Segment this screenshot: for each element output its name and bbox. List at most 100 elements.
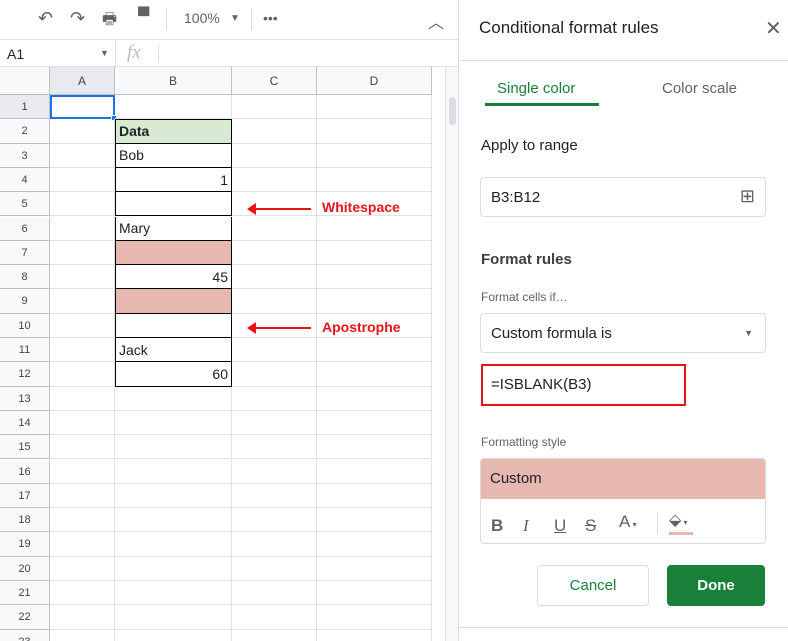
cell-a15[interactable] [50, 435, 115, 460]
cell-d7[interactable] [317, 240, 432, 266]
row-header-22[interactable]: 22 [0, 605, 50, 630]
row-header-20[interactable]: 20 [0, 556, 50, 581]
cell-c3[interactable] [232, 143, 317, 168]
cell-c10[interactable] [232, 313, 317, 338]
cell-b12[interactable]: 60 [115, 362, 232, 387]
row-header-7[interactable]: 7 [0, 240, 50, 266]
cell-c13[interactable] [232, 386, 317, 411]
cell-b16[interactable] [115, 459, 232, 484]
row-header-21[interactable]: 21 [0, 581, 50, 606]
cell-c15[interactable] [232, 435, 317, 460]
formula-input[interactable]: =ISBLANK(B3) [481, 364, 686, 406]
cell-c7[interactable] [232, 240, 317, 266]
cell-a8[interactable] [50, 265, 115, 290]
cell-c9[interactable] [232, 289, 317, 314]
cell-b18[interactable] [115, 508, 232, 533]
cell-a12[interactable] [50, 362, 115, 387]
cell-b21[interactable] [115, 581, 232, 606]
cell-b10[interactable] [115, 313, 232, 338]
cell-b17[interactable] [115, 483, 232, 509]
cell-a23[interactable] [50, 629, 115, 641]
done-button[interactable]: Done [667, 565, 765, 606]
row-header-2[interactable]: 2 [0, 119, 50, 144]
cell-a18[interactable] [50, 508, 115, 533]
row-header-13[interactable]: 13 [0, 386, 50, 411]
cell-b19[interactable] [115, 532, 232, 557]
name-box[interactable]: A1 [7, 46, 24, 62]
undo-icon[interactable]: ↶ [38, 8, 53, 29]
cell-c6[interactable] [232, 216, 317, 241]
cell-d8[interactable] [317, 265, 432, 290]
paint-format-icon[interactable]: ▀ [138, 8, 149, 26]
cell-a1[interactable] [50, 95, 117, 122]
cell-b1[interactable] [115, 95, 232, 120]
cell-b5[interactable] [115, 192, 232, 217]
style-preview[interactable]: Custom [481, 459, 765, 499]
cell-d13[interactable] [317, 386, 432, 411]
fill-color-icon[interactable]: ⬙ ▾ [669, 510, 688, 530]
cell-c16[interactable] [232, 459, 317, 484]
cell-a10[interactable] [50, 313, 115, 338]
cell-a22[interactable] [50, 605, 115, 630]
cell-d12[interactable] [317, 362, 432, 387]
row-header-3[interactable]: 3 [0, 143, 50, 168]
column-header-a[interactable]: A [50, 67, 115, 95]
grid-select-icon[interactable]: ⊞ [740, 186, 755, 207]
cell-a4[interactable] [50, 167, 115, 193]
cell-a3[interactable] [50, 143, 115, 168]
print-icon[interactable]: 🖶 [102, 8, 117, 35]
cell-a7[interactable] [50, 240, 115, 266]
cell-c20[interactable] [232, 556, 317, 581]
name-box-dropdown-icon[interactable]: ▼ [100, 48, 109, 58]
row-header-16[interactable]: 16 [0, 459, 50, 484]
spreadsheet-grid[interactable]: A B C D 1 2 Data 3 Bob 4 1 5 6 Mary 7 8 45 9 10 11 Jack 12 60 1… [0, 67, 445, 641]
vertical-scrollbar[interactable] [445, 67, 458, 641]
cell-a2[interactable] [50, 119, 115, 144]
row-header-17[interactable]: 17 [0, 483, 50, 509]
cell-b6[interactable]: Mary [115, 216, 232, 241]
cell-b11[interactable]: Jack [115, 338, 232, 363]
cell-d15[interactable] [317, 435, 432, 460]
cell-d21[interactable] [317, 581, 432, 606]
cell-c11[interactable] [232, 338, 317, 363]
select-all-corner[interactable] [0, 67, 50, 95]
condition-select[interactable]: Custom formula is ▼ [480, 313, 766, 353]
cell-c5[interactable] [232, 192, 317, 217]
cell-b13[interactable] [115, 386, 232, 411]
italic-icon[interactable]: I [523, 516, 529, 536]
cell-c17[interactable] [232, 483, 317, 509]
underline-icon[interactable]: U [554, 516, 566, 536]
cell-c14[interactable] [232, 410, 317, 436]
cell-b22[interactable] [115, 605, 232, 630]
cell-b2[interactable]: Data [115, 119, 232, 144]
cell-a13[interactable] [50, 386, 115, 411]
cell-d19[interactable] [317, 532, 432, 557]
cell-d2[interactable] [317, 119, 432, 144]
column-header-c[interactable]: C [232, 67, 317, 95]
cell-d14[interactable] [317, 410, 432, 436]
cell-a16[interactable] [50, 459, 115, 484]
cell-b23[interactable] [115, 629, 232, 641]
cell-b8[interactable]: 45 [115, 265, 232, 290]
cell-b3[interactable]: Bob [115, 143, 232, 168]
cell-a20[interactable] [50, 556, 115, 581]
text-color-icon[interactable]: A ▾ [619, 512, 637, 532]
cell-a6[interactable] [50, 216, 115, 241]
row-header-10[interactable]: 10 [0, 313, 50, 338]
cell-a21[interactable] [50, 581, 115, 606]
column-header-b[interactable]: B [115, 67, 232, 95]
row-header-1[interactable]: 1 [0, 95, 50, 120]
row-header-15[interactable]: 15 [0, 435, 50, 460]
cell-d1[interactable] [317, 95, 432, 120]
cell-a9[interactable] [50, 289, 115, 314]
cell-b15[interactable] [115, 435, 232, 460]
bold-icon[interactable]: B [491, 516, 503, 536]
cell-d16[interactable] [317, 459, 432, 484]
cell-d22[interactable] [317, 605, 432, 630]
cell-c12[interactable] [232, 362, 317, 387]
row-header-11[interactable]: 11 [0, 338, 50, 363]
cell-d23[interactable] [317, 629, 432, 641]
row-header-5[interactable]: 5 [0, 192, 50, 217]
range-input[interactable]: B3:B12 ⊞ [480, 177, 766, 217]
zoom-dropdown-icon[interactable]: ▼ [230, 13, 240, 24]
